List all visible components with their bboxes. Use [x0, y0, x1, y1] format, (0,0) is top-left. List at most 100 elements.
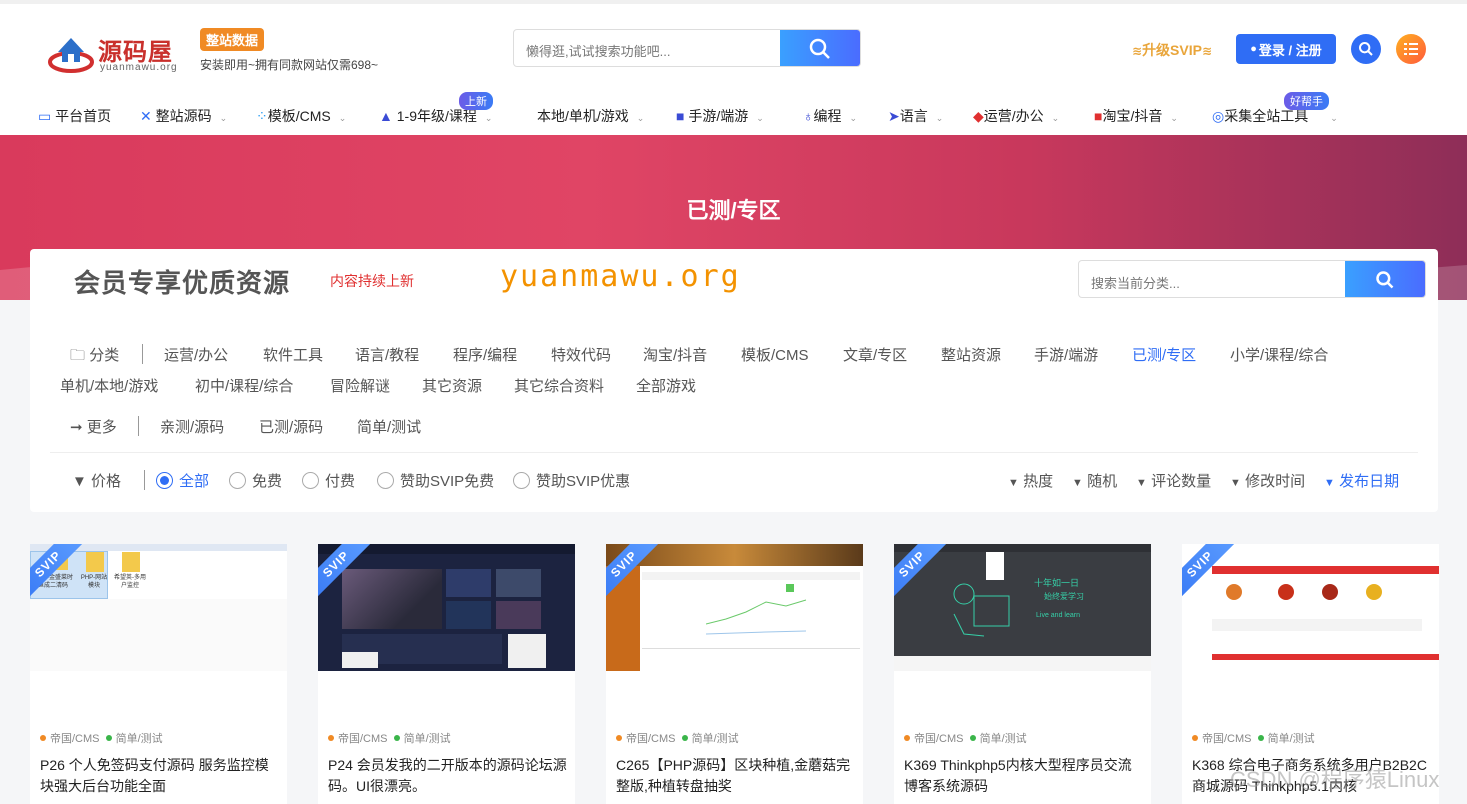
dot-icon — [616, 735, 622, 741]
dot-icon — [681, 735, 688, 741]
folder-label: PHP-网站模块 — [80, 575, 108, 589]
card-tags: 帝国/CMS 简单/测试 — [328, 730, 451, 746]
nav-item-programming[interactable]: ♁编程 ⌄ — [803, 106, 857, 126]
wings-icon: ≋ — [1201, 44, 1213, 58]
category-articles[interactable]: 文章/专区 — [843, 344, 907, 365]
search-icon — [1376, 271, 1394, 289]
price-option-all[interactable]: 全部 — [156, 470, 209, 491]
wings-icon: ≋ — [1132, 44, 1143, 58]
section-bar — [1212, 654, 1439, 660]
category-other-resources[interactable]: 其它资源 — [422, 375, 482, 396]
category-mobile-games[interactable]: 手游/端游 — [1034, 344, 1098, 365]
header-search-button[interactable] — [780, 30, 860, 66]
dot-icon — [969, 735, 976, 741]
category-programming[interactable]: 程序/编程 — [453, 344, 517, 365]
card-tags: 帝国/CMS 简单/测试 — [616, 730, 739, 746]
card-title[interactable]: P26 个人免签码支付源码 服务监控模块强大后台功能全面 — [40, 755, 280, 797]
caret-down-icon: ▼ — [1230, 477, 1241, 489]
card-thumbnail[interactable] — [318, 544, 575, 671]
dot-icon — [105, 735, 112, 741]
site-logo[interactable]: 源码屋 yuanmawu.org — [44, 28, 184, 78]
price-option-svip-free[interactable]: 赞助SVIP免费 — [377, 470, 494, 491]
banner-title: 已测/专区 — [686, 198, 781, 223]
upgrade-svip-link[interactable]: ≋升级SVIP≋ — [1132, 40, 1212, 60]
puzzle-icon: ✕ — [140, 108, 152, 124]
subcategory-simple-test[interactable]: 简单/测试 — [357, 416, 421, 437]
subcategory-personally-tested[interactable]: 亲测/源码 — [160, 416, 224, 437]
category-language-tutorials[interactable]: 语言/教程 — [355, 344, 419, 365]
sort-comment-count[interactable]: ▼ 评论数量 — [1136, 470, 1211, 491]
sort-popularity[interactable]: ▼ 热度 — [1008, 470, 1053, 491]
card-thumbnail[interactable]: 十年如一日 始终爱学习 Live and learn — [894, 544, 1151, 671]
new-badge: 上新 — [459, 92, 493, 110]
chevron-down-icon: ⌄ — [338, 113, 347, 123]
category-adventure-puzzle[interactable]: 冒险解谜 — [330, 375, 390, 396]
nav-item-home[interactable]: ▭ 平台首页 — [38, 106, 111, 126]
card-thumbnail[interactable]: JAVA-金盛菜时鱼成二清码 PHP-网站模块 希望英-多用户监控 — [30, 544, 287, 671]
subcategory-tested-source[interactable]: 已测/源码 — [259, 416, 323, 437]
csdn-watermark: CSDN @程序猿Linux — [1230, 767, 1440, 792]
price-option-paid[interactable]: 付费 — [302, 470, 355, 491]
card-thumbnail[interactable] — [606, 544, 863, 671]
promo-badge[interactable]: 整站数据 — [200, 28, 265, 51]
radio-icon — [513, 472, 530, 489]
thumb-image — [446, 569, 491, 597]
chevron-down-icon: ⌄ — [219, 113, 228, 123]
nav-item-operations[interactable]: ◆运营/办公 ⌄ — [973, 106, 1059, 126]
menu-circle-button[interactable] — [1396, 34, 1426, 64]
category-junior-courses[interactable]: 初中/课程/综合 — [195, 375, 293, 396]
search-icon — [809, 38, 830, 59]
dot-icon — [904, 735, 910, 741]
nav-item-courses[interactable]: 上新 ▲ 1-9年级/课程 ⌄ — [379, 92, 493, 126]
gift-icon: ■ — [676, 108, 685, 124]
resource-card[interactable]: SVIP 帝国/CMS 简单/测试 C265【PHP源码】区块种植,金蘑菇完整版… — [606, 544, 863, 804]
price-option-svip-discount[interactable]: 赞助SVIP优惠 — [513, 470, 630, 491]
category-effects-code[interactable]: 特效代码 — [551, 344, 611, 365]
nav-item-template-cms[interactable]: ⁘模板/CMS ⌄ — [256, 106, 346, 126]
nav-item-site-source[interactable]: ✕ 整站源码 ⌄ — [140, 106, 227, 126]
card-title[interactable]: C265【PHP源码】区块种植,金蘑菇完整版,种植转盘抽奖 — [616, 755, 856, 797]
category-label: 🗀 分类 — [70, 347, 120, 364]
card-thumbnail[interactable] — [1182, 544, 1439, 671]
category-site-resources[interactable]: 整站资源 — [941, 344, 1001, 365]
category-tested-active[interactable]: 已测/专区 — [1132, 344, 1196, 365]
login-register-button[interactable]: ● 登录 / 注册 — [1236, 34, 1336, 64]
header-search-input[interactable]: 懒得逛,试试搜索功能吧... — [526, 41, 670, 60]
nav-item-mobile-games[interactable]: ■ 手游/端游 ⌄ — [676, 106, 764, 126]
diamond-icon: ◆ — [973, 108, 984, 124]
category-search-button[interactable] — [1345, 261, 1425, 297]
resource-card[interactable]: SVIP 帝国/CMS 简单/测试 P24 会员发我的二开版本的源码论坛源码。U… — [318, 544, 575, 804]
nav-item-local-games[interactable]: 本地/单机/游戏 ⌄ — [537, 106, 644, 126]
category-software-tools[interactable]: 软件工具 — [263, 344, 323, 365]
handwritten-slogan: 十年如一日 — [1034, 578, 1080, 588]
resource-card[interactable]: JAVA-金盛菜时鱼成二清码 PHP-网站模块 希望英-多用户监控 SVIP 帝… — [30, 544, 287, 804]
sidebar-widget — [508, 634, 546, 668]
product-image — [1278, 584, 1294, 600]
sort-random[interactable]: ▼ 随机 — [1072, 470, 1117, 491]
nav-item-collector-tools[interactable]: 好帮手 ◎采集全站工具 ⌄ — [1212, 92, 1338, 126]
category-operations[interactable]: 运营/办公 — [164, 344, 228, 365]
category-template-cms[interactable]: 模板/CMS — [741, 344, 809, 365]
resource-card[interactable]: 十年如一日 始终爱学习 Live and learn SVIP 帝国/CMS 简… — [894, 544, 1151, 804]
promo-subtitle: 安装即用~拥有同款网站仅需698~ — [200, 58, 379, 72]
category-search: 搜索当前分类... — [1078, 260, 1426, 298]
category-search-input[interactable]: 搜索当前分类... — [1091, 273, 1180, 292]
header-search-circle-button[interactable] — [1351, 34, 1381, 64]
sort-modified-time[interactable]: ▼ 修改时间 — [1230, 470, 1305, 491]
panel-subtitle: 内容持续上新 — [330, 273, 414, 289]
category-standalone-games[interactable]: 单机/本地/游戏 — [60, 375, 158, 396]
category-all-games[interactable]: 全部游戏 — [636, 375, 696, 396]
main-nav: ▭ 平台首页 ✕ 整站源码 ⌄ ⁘模板/CMS ⌄ 上新 ▲ 1-9年级/课程 ⌄ 本地… — [0, 92, 1467, 134]
sort-publish-date-active[interactable]: ▼ 发布日期 — [1324, 470, 1399, 491]
card-title[interactable]: K369 Thinkphp5内核大型程序员交流博客系统源码 — [904, 755, 1144, 797]
category-other-materials[interactable]: 其它综合资料 — [514, 375, 604, 396]
nav-item-language[interactable]: ➤语言 ⌄ — [888, 106, 943, 126]
category-taobao-douyin[interactable]: 淘宝/抖音 — [643, 344, 707, 365]
price-option-free[interactable]: 免费 — [229, 470, 282, 491]
nav-item-taobao[interactable]: ■淘宝/抖音 ⌄ — [1094, 106, 1178, 126]
chevron-down-icon: ⌄ — [1330, 113, 1338, 123]
card-title[interactable]: P24 会员发我的二开版本的源码论坛源码。UI很漂亮。 — [328, 755, 568, 797]
category-primary-courses[interactable]: 小学/课程/综合 — [1230, 344, 1328, 365]
caret-down-icon: ▼ — [1324, 477, 1335, 489]
shop-navbar — [1212, 566, 1439, 574]
